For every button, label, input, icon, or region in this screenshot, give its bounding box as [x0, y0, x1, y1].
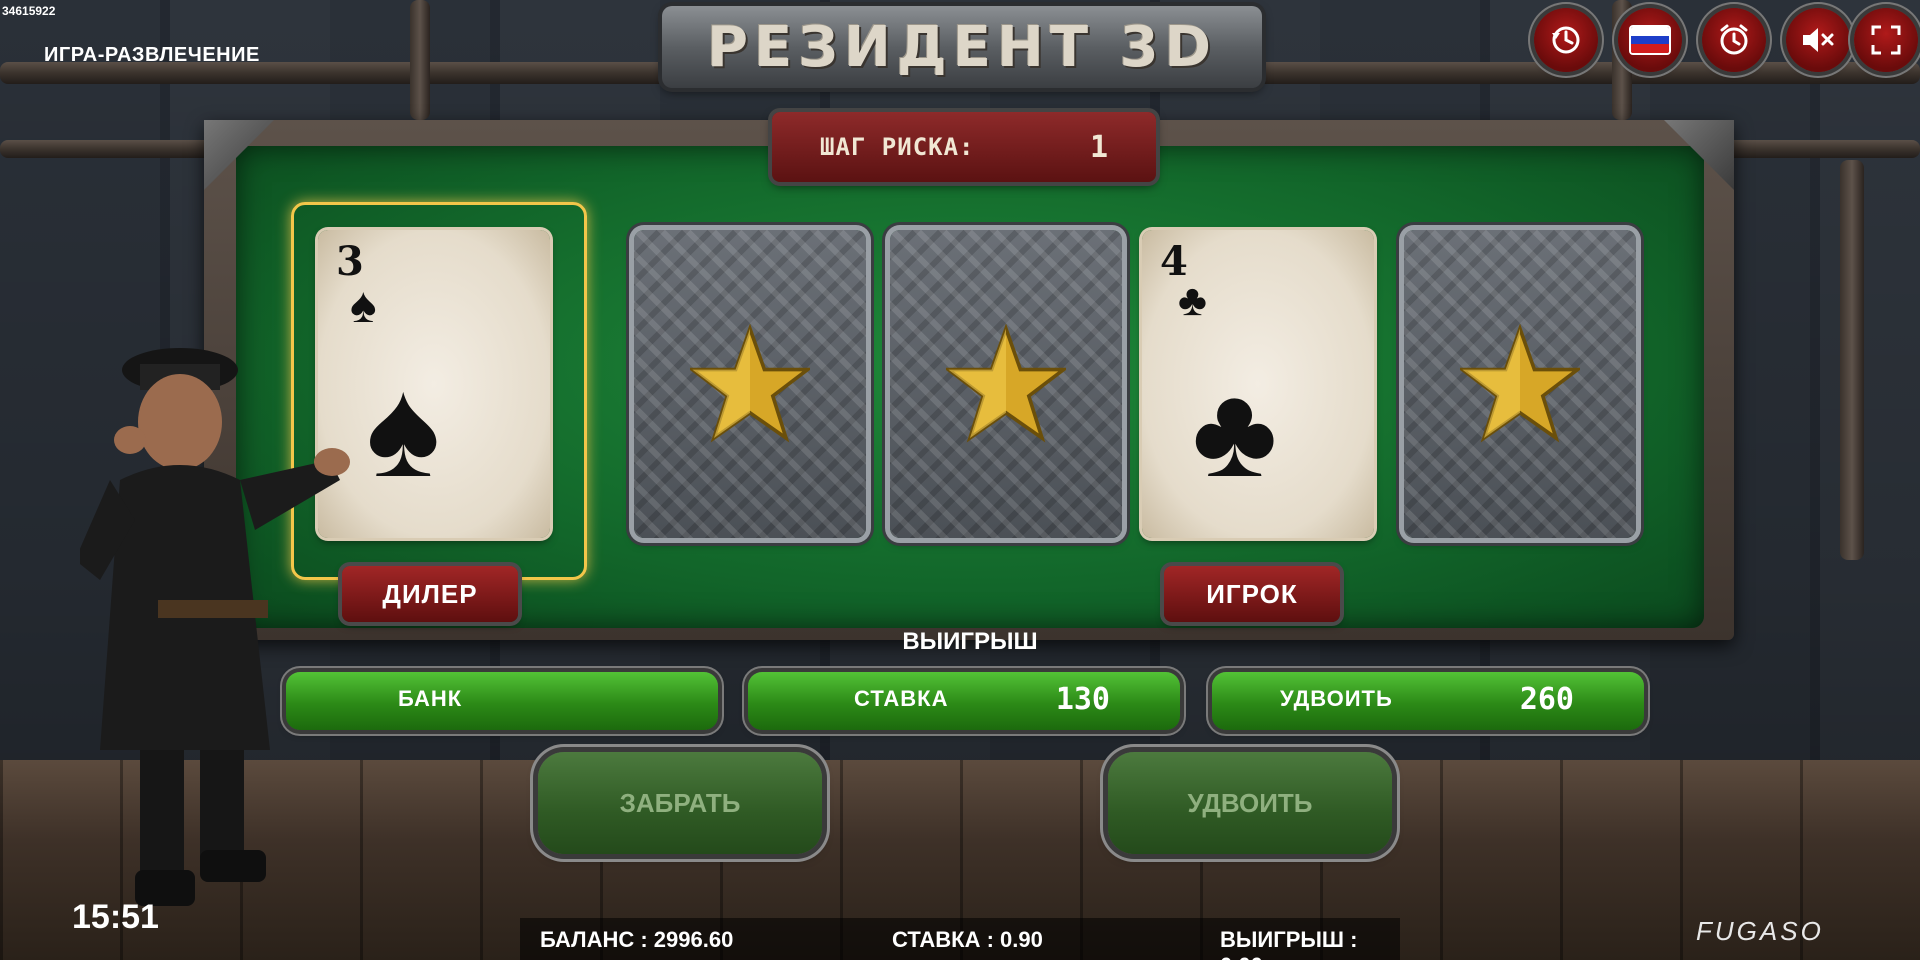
bank-label: БАНК — [398, 686, 463, 711]
double-button[interactable]: УДВОИТЬ — [1108, 752, 1392, 854]
language-button[interactable] — [1618, 8, 1682, 72]
hidden-card[interactable] — [890, 230, 1122, 538]
autoplay-timer-button[interactable] — [1702, 8, 1766, 72]
bank-bar: БАНК — [286, 672, 718, 730]
fullscreen-button[interactable] — [1854, 8, 1918, 72]
hidden-card[interactable] — [634, 230, 866, 538]
card-suit-small: ♠ — [350, 277, 377, 333]
alarm-clock-icon — [1720, 24, 1748, 55]
mute-icon — [1803, 28, 1834, 52]
russian-flag-icon — [1629, 25, 1671, 55]
status-bar: БАЛАНС : 2996.60 СТАВКА : 0.90 ВЫИГРЫШ :… — [520, 918, 1400, 960]
hidden-card[interactable] — [1404, 230, 1636, 538]
star-icon — [946, 324, 1066, 443]
star-icon — [1460, 324, 1580, 443]
double-value: 260 — [1519, 682, 1574, 717]
history-icon — [1552, 26, 1580, 54]
history-button[interactable] — [1534, 8, 1598, 72]
clock: 15:51 — [72, 898, 159, 936]
bg-pipe — [1840, 160, 1864, 560]
stake-bar: СТАВКА 130 — [748, 672, 1180, 730]
game-stage: 34615922 ИГРА-РАЗВЛЕЧЕНИЕ РЕЗИДЕНТ 3D ША… — [0, 0, 1920, 960]
double-label: УДВОИТЬ — [1280, 686, 1393, 711]
logo-text: РЕЗИДЕНТ 3D — [706, 14, 1218, 80]
win-section-title: ВЫИГРЫШ — [902, 628, 1038, 655]
card-suit-large: ♣ — [1192, 358, 1278, 504]
player-card[interactable]: 4 ♣ ♣ — [1142, 230, 1374, 538]
bg-pipe — [1720, 140, 1920, 158]
brand-logo: FUGASO — [1696, 916, 1824, 946]
collect-button[interactable]: ЗАБРАТЬ — [538, 752, 822, 854]
player-label: ИГРОК — [1164, 566, 1340, 622]
bg-pipe — [0, 140, 230, 158]
fullscreen-icon — [1871, 25, 1901, 55]
win-readout: ВЫИГРЫШ : 0.00 — [1220, 927, 1358, 960]
game-mode-label: ИГРА-РАЗВЛЕЧЕНИЕ — [44, 44, 260, 66]
card-suit-small: ♣ — [1178, 276, 1207, 325]
stake-label: СТАВКА — [854, 686, 949, 711]
game-logo: РЕЗИДЕНТ 3D — [662, 6, 1262, 88]
risk-step-label: ШАГ РИСКА: — [820, 133, 975, 161]
session-id: 34615922 — [2, 4, 56, 18]
bet-readout: СТАВКА : 0.90 — [892, 927, 1043, 952]
balance-readout: БАЛАНС : 2996.60 — [540, 927, 734, 952]
officer-character — [80, 348, 350, 906]
star-icon — [690, 324, 810, 443]
risk-step-value: 1 — [1089, 129, 1108, 165]
bg-pipe — [410, 0, 430, 120]
double-bar: УДВОИТЬ 260 — [1212, 672, 1644, 730]
sound-toggle-button[interactable] — [1786, 8, 1850, 72]
stake-value: 130 — [1055, 682, 1110, 717]
risk-step-plate: ШАГ РИСКА: 1 — [772, 112, 1156, 182]
